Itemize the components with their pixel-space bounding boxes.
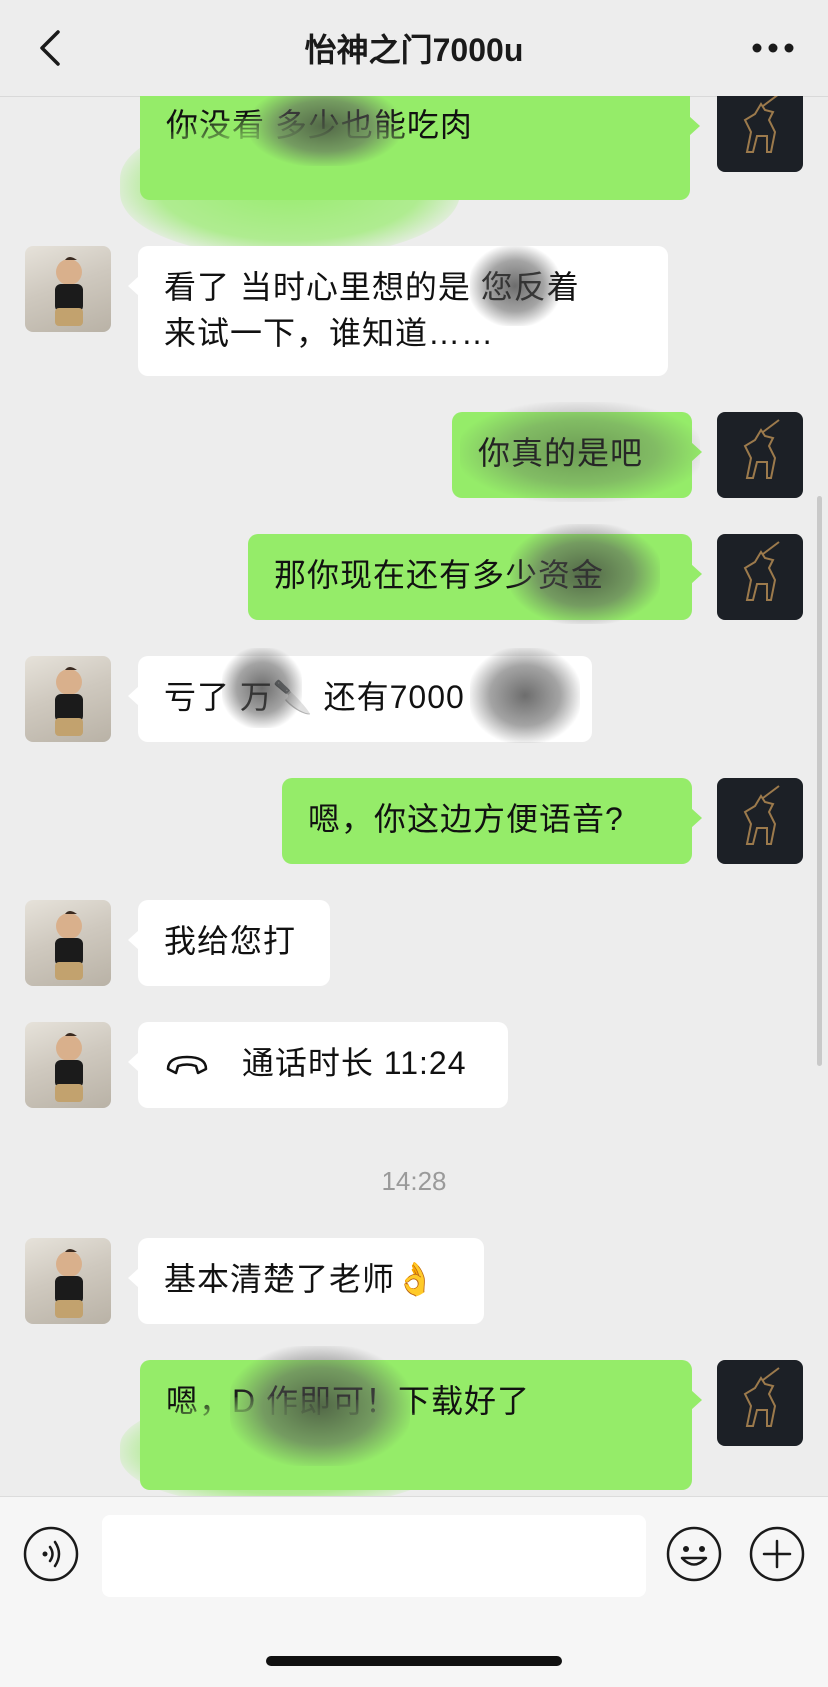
avatar-contact[interactable]	[25, 900, 111, 986]
phone-hangup-icon	[164, 1043, 210, 1089]
more-dots-icon	[752, 43, 794, 53]
chat-title: 怡神之门7000u	[304, 32, 524, 68]
child-photo-icon	[55, 911, 83, 980]
horse-logo-icon	[743, 1367, 780, 1427]
avatar-self[interactable]	[717, 1360, 803, 1446]
message-text: 你没看 多少也能吃肉	[166, 107, 473, 143]
voice-icon	[23, 1526, 79, 1582]
message-bubble-incoming[interactable]: 亏了 万🔪 还有7000	[128, 656, 592, 742]
message-bubble-incoming[interactable]: 我给您打	[128, 900, 330, 986]
message-text: 来试一下，谁知道……	[164, 315, 495, 351]
emoji-button[interactable]	[665, 1525, 723, 1583]
message-bubble-incoming[interactable]: 看了 当时心里想的是 您反着 来试一下，谁知道……	[128, 246, 668, 376]
message-input[interactable]	[102, 1515, 646, 1597]
message-bubble-outgoing[interactable]: 嗯，D 作即可！下载好了	[140, 1360, 702, 1490]
top-bar: 怡神之门7000u	[0, 0, 828, 97]
more-functions-button[interactable]	[748, 1525, 806, 1583]
chat-message-list[interactable]: 你没看 多少也能吃肉 看了 当时心里想的是 您反着 来试一下，谁知道…… 你真的…	[0, 96, 828, 1496]
message-text: 那你现在还有多少资金	[274, 557, 605, 593]
horse-logo-icon	[743, 541, 780, 601]
call-record-bubble[interactable]: 通话时长 11:24	[128, 1022, 508, 1108]
message-text: 我给您打	[164, 923, 297, 959]
message-bubble-outgoing[interactable]: 那你现在还有多少资金	[248, 534, 702, 620]
avatar-contact[interactable]	[25, 246, 111, 332]
message-text: 嗯，D 作即可！下载好了	[166, 1383, 531, 1419]
avatar-self[interactable]	[717, 778, 803, 864]
message-text: 看了 当时心里想的是 您反着	[164, 269, 580, 305]
avatar-contact[interactable]	[25, 656, 111, 742]
avatar-self[interactable]	[717, 534, 803, 620]
emoji-icon	[666, 1526, 722, 1582]
avatar-contact[interactable]	[25, 1238, 111, 1324]
message-bubble-incoming[interactable]: 基本清楚了老师👌	[128, 1238, 484, 1324]
child-photo-icon	[55, 1249, 83, 1318]
scrollbar[interactable]	[817, 496, 822, 1066]
message-bubble-outgoing[interactable]: 嗯，你这边方便语音?	[282, 778, 702, 864]
call-duration-text: 通话时长 11:24	[241, 1045, 467, 1081]
horse-logo-icon	[743, 96, 778, 153]
message-text: 嗯，你这边方便语音?	[308, 801, 624, 837]
voice-input-button[interactable]	[22, 1525, 80, 1583]
message-bubble-outgoing[interactable]: 你真的是吧	[452, 412, 702, 498]
home-indicator	[266, 1656, 562, 1666]
child-photo-icon	[55, 257, 83, 326]
horse-logo-icon	[743, 419, 780, 479]
message-text: 你真的是吧	[478, 435, 644, 471]
avatar-self[interactable]	[717, 412, 803, 498]
message-text: 亏了 万🔪 还有7000	[164, 679, 465, 715]
message-text: 基本清楚了老师👌	[164, 1261, 436, 1297]
child-photo-icon	[55, 667, 83, 736]
plus-icon	[749, 1526, 805, 1582]
horse-logo-icon	[743, 785, 780, 845]
message-timestamp: 14:28	[381, 1166, 447, 1196]
message-bubble-outgoing[interactable]: 你没看 多少也能吃肉	[140, 96, 700, 200]
more-options-button[interactable]	[748, 28, 798, 68]
avatar-contact[interactable]	[25, 1022, 111, 1108]
child-photo-icon	[55, 1033, 83, 1102]
avatar-self[interactable]	[717, 96, 803, 172]
